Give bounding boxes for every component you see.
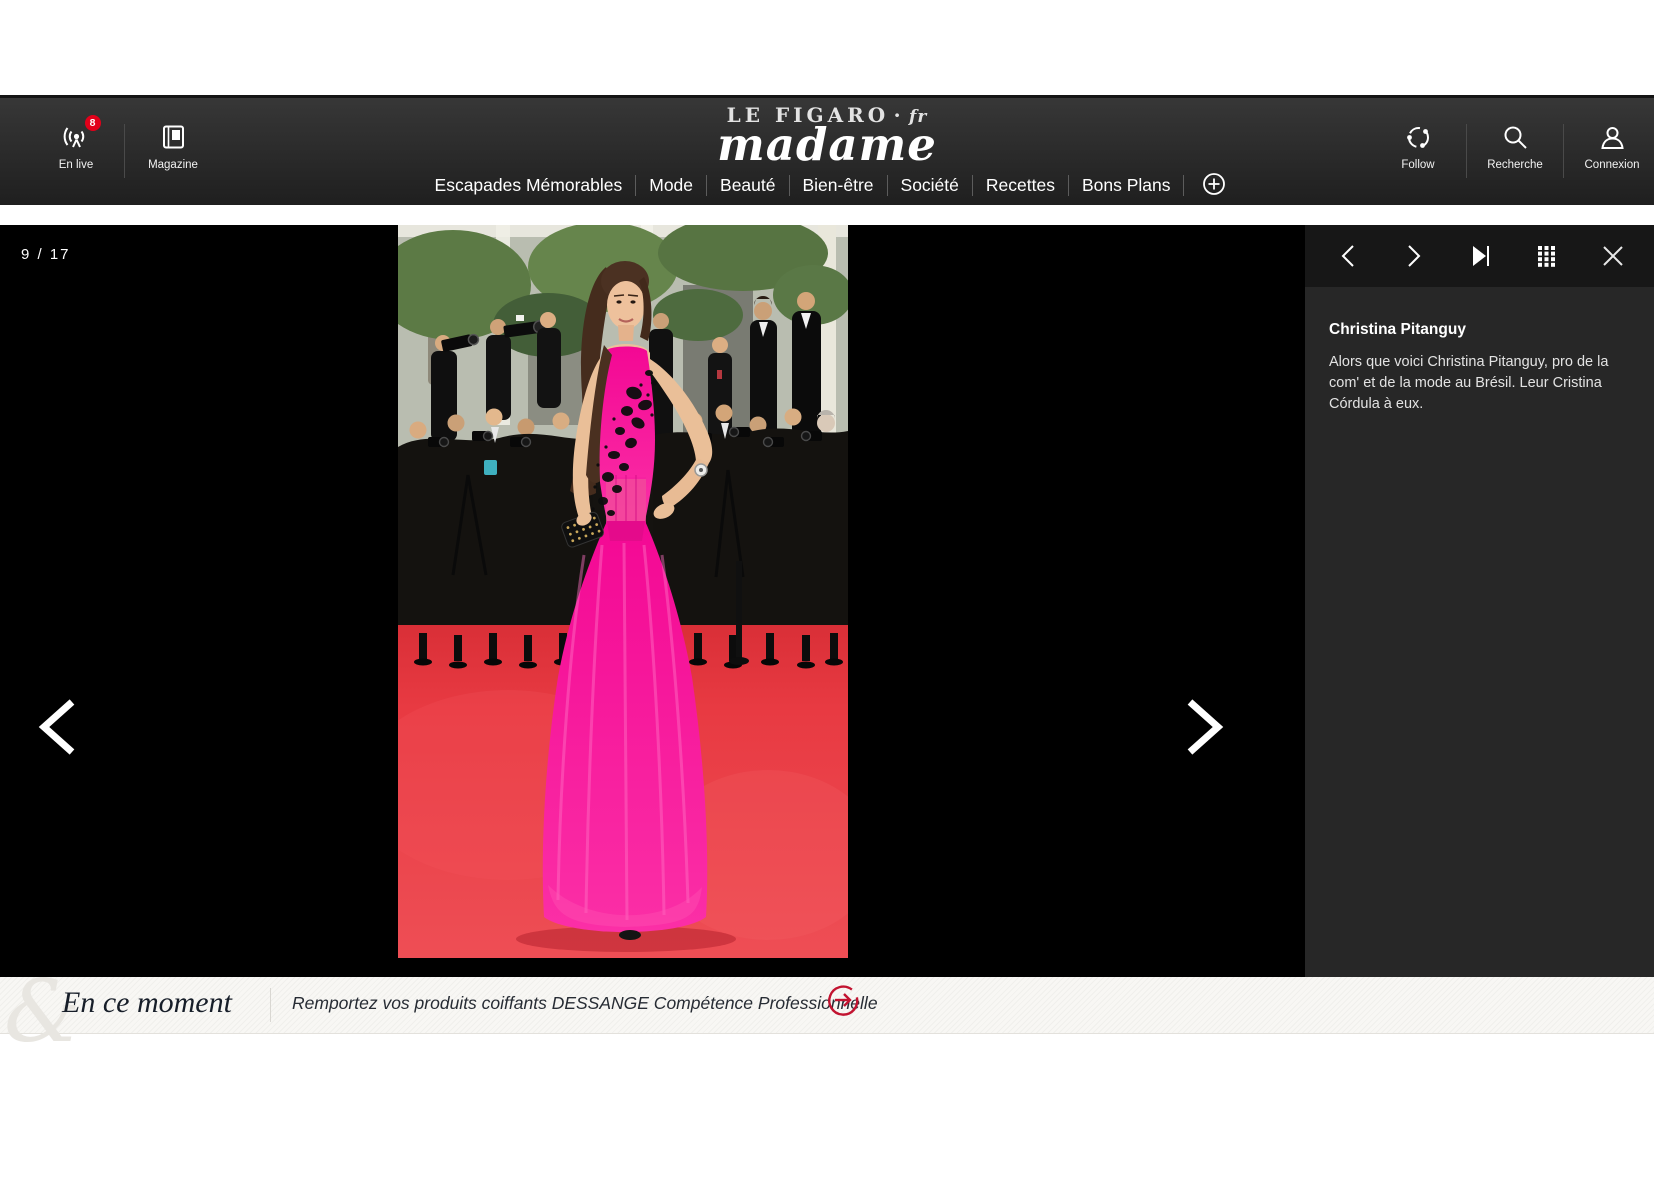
promo-link[interactable]: Remportez vos produits coiffants DESSANG… — [292, 993, 878, 1014]
gallery-stage: 9 / 17 — [0, 225, 1305, 977]
search-button[interactable]: Recherche — [1483, 122, 1547, 180]
page: 8 En live Magazine LE FIGARO · — [0, 0, 1654, 1181]
nav-more-button[interactable] — [1196, 172, 1232, 199]
next-photo-button[interactable] — [1182, 698, 1226, 756]
gallery-sidebar: Christina Pitanguy Alors que voici Chris… — [1305, 225, 1654, 977]
sidebar-next-button[interactable] — [1397, 239, 1431, 273]
circle-arrow-right-icon — [825, 1006, 861, 1021]
nav-item-escapades-memorables[interactable]: Escapades Mémorables — [422, 175, 636, 196]
header-divider — [1563, 124, 1564, 178]
chevron-right-icon — [1182, 744, 1226, 759]
search-icon — [1502, 122, 1529, 152]
follow-label: Follow — [1401, 159, 1434, 171]
magazine-icon — [160, 122, 186, 152]
login-button[interactable]: Connexion — [1580, 122, 1644, 180]
site-logo[interactable]: LE FIGARO · fr madame — [717, 103, 937, 165]
gallery-photo-illustration — [398, 225, 848, 958]
previous-photo-button[interactable] — [36, 698, 80, 756]
sidebar-previous-button[interactable] — [1331, 239, 1365, 273]
photo-caption: Christina Pitanguy Alors que voici Chris… — [1305, 287, 1654, 415]
nav-item-beaute[interactable]: Beauté — [707, 175, 788, 196]
nav-item-bien-etre[interactable]: Bien-être — [790, 175, 887, 196]
nav-separator — [1183, 175, 1184, 196]
caption-title: Christina Pitanguy — [1329, 321, 1626, 339]
bottom-bar-divider — [270, 988, 271, 1022]
nav-item-recettes[interactable]: Recettes — [973, 175, 1068, 196]
live-count-badge: 8 — [85, 115, 101, 131]
promo-arrow-button[interactable] — [824, 982, 862, 1020]
follow-button[interactable]: Follow — [1386, 122, 1450, 180]
header-divider — [1466, 124, 1467, 178]
gallery-toolbar — [1305, 225, 1654, 287]
gallery-photo[interactable] — [398, 225, 848, 958]
nav-item-bons-plans[interactable]: Bons Plans — [1069, 175, 1184, 196]
grid-view-icon[interactable] — [1530, 239, 1564, 273]
login-label: Connexion — [1585, 159, 1640, 171]
bottom-bar: & En ce moment Remportez vos produits co… — [0, 977, 1654, 1034]
header-right-modules: Follow Recherche — [1386, 122, 1644, 180]
photo-counter: 9 / 17 — [21, 246, 71, 263]
follow-network-icon — [1405, 122, 1432, 152]
photo-gallery: 9 / 17 — [0, 225, 1654, 977]
logo-madame: madame — [717, 125, 937, 165]
magazine-label: Magazine — [148, 159, 198, 171]
en-live-label: En live — [59, 159, 94, 171]
site-header: 8 En live Magazine LE FIGARO · — [0, 95, 1654, 205]
nav-item-societe[interactable]: Société — [888, 175, 972, 196]
search-label: Recherche — [1487, 159, 1543, 171]
live-broadcast-icon: 8 — [63, 122, 90, 152]
section-title: En ce moment — [62, 986, 232, 1020]
nav-item-mode[interactable]: Mode — [636, 175, 706, 196]
circle-plus-icon — [1202, 172, 1226, 199]
chevron-left-icon — [36, 744, 80, 759]
close-gallery-button[interactable] — [1596, 239, 1630, 273]
header-divider — [124, 124, 125, 178]
slideshow-play-icon[interactable] — [1464, 239, 1498, 273]
caption-description: Alors que voici Christina Pitanguy, pro … — [1329, 352, 1621, 415]
user-icon — [1599, 122, 1626, 152]
